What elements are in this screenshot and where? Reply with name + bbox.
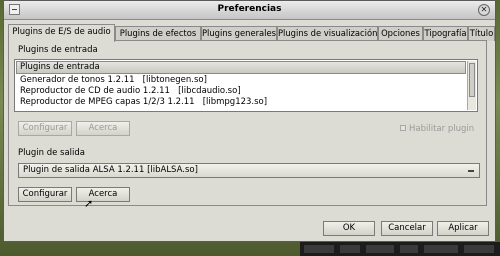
output-configure-button[interactable]: Configurar [18,187,72,202]
tab-audio-io-plugins[interactable]: Plugins de E/S de audio [8,24,115,42]
cancel-button[interactable]: Cancelar [381,221,433,236]
tab-general-plugins[interactable]: Plugins generales [201,26,277,41]
output-plugin-selected: Plugin de salida ALSA 1.2.11 [libALSA.so… [23,165,198,175]
tab-visualization-plugins[interactable]: Plugins de visualización [277,26,378,41]
list-item[interactable]: Generador de tonos 1.2.11 [libtonegen.so… [20,75,207,86]
window-title: Preferencias [217,4,282,14]
tab-typography[interactable]: Tipografía [423,26,468,41]
tab-options[interactable]: Opciones [378,26,423,41]
tab-effects-plugins[interactable]: Plugins de efectos [115,26,201,41]
ok-button[interactable]: OK [323,221,375,236]
scrollbar-thumb[interactable] [469,63,475,97]
list-column-header[interactable]: Plugins de entrada [16,61,466,74]
input-configure-button[interactable]: Configurar [18,121,72,136]
list-scrollbar[interactable] [467,61,476,110]
input-plugins-list[interactable]: Plugins de entrada Generador de tonos 1.… [14,59,478,112]
enable-plugin-label: Habilitar plugin [409,124,475,134]
close-icon[interactable]: ✕ [478,4,490,16]
enable-plugin-checkbox[interactable] [400,125,406,131]
input-plugins-heading: Plugins de entrada [18,45,98,55]
tab-bar: Plugins de E/S de audio Plugins de efect… [8,24,495,42]
desktop-panel [300,242,500,256]
mouse-pointer-icon: ➚ [84,197,94,210]
apply-button[interactable]: Aplicar [437,221,489,236]
tab-title[interactable]: Título [468,26,495,41]
input-about-button[interactable]: Acerca [76,121,130,136]
output-plugin-select[interactable]: Plugin de salida ALSA 1.2.11 [libALSA.so… [18,163,480,178]
dropdown-arrow-icon [468,170,474,172]
list-item[interactable]: Reproductor de MPEG capas 1/2/3 1.2.11 [… [20,97,267,108]
title-bar[interactable]: Preferencias ✕ [4,1,495,20]
list-item[interactable]: Reproductor de CD de audio 1.2.11 [libcd… [20,86,241,97]
output-plugin-heading: Plugin de salida [18,148,86,158]
